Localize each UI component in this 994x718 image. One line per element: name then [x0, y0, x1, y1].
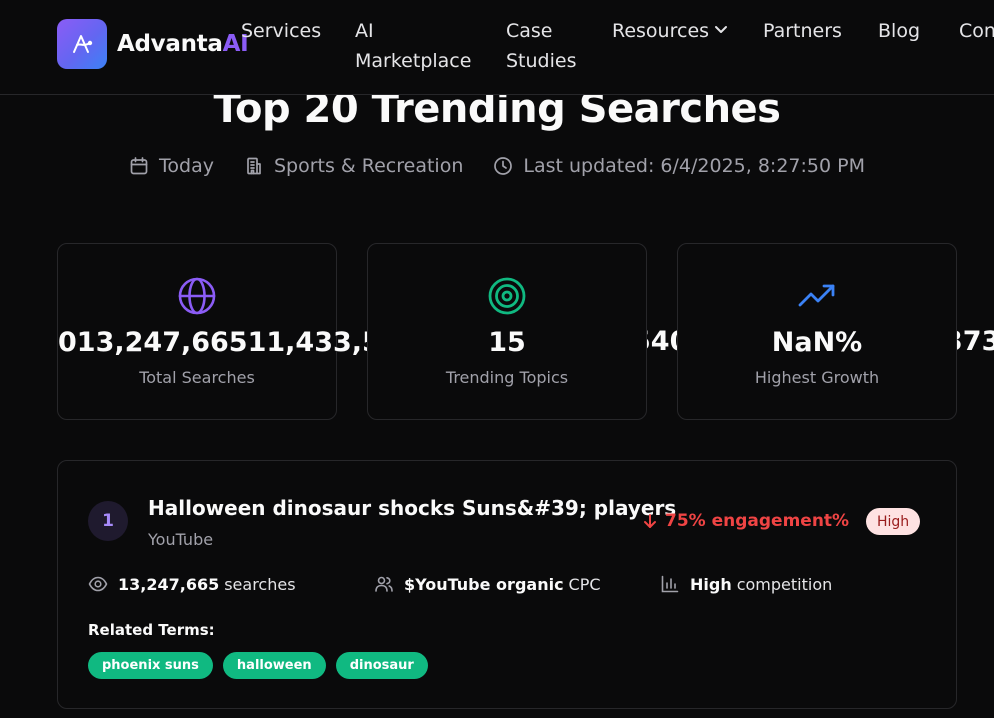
trend-card[interactable]: 1 Halloween dinosaur shocks Suns&#39; pl…	[57, 460, 957, 709]
page-meta: Today Sports & Recreation Last updated: …	[0, 155, 994, 177]
trending-up-icon	[798, 284, 835, 307]
stat-card-total-searches: 013,247,66511,433,5 Total Searches	[57, 243, 381, 420]
calendar-icon	[130, 157, 148, 175]
date-filter: Today	[129, 155, 214, 177]
cpc-stat: $YouTube organic CPC	[374, 574, 601, 594]
rank-badge: 1	[88, 501, 128, 541]
stat-label: Total Searches	[139, 368, 255, 387]
globe-icon	[178, 277, 216, 315]
competition-badge: High	[866, 508, 921, 535]
stat-value: 15	[488, 327, 526, 358]
trend-title[interactable]: Halloween dinosaur shocks Suns&#39; play…	[148, 496, 676, 520]
stat-card-highest-growth: NaN% Highest Growth	[677, 243, 957, 420]
related-term-tag[interactable]: halloween	[222, 652, 326, 679]
brand-logo[interactable]: AdvantaAI	[57, 19, 249, 69]
logo-icon	[57, 19, 107, 69]
searches-stat: 13,247,665 searches	[88, 574, 296, 594]
stat-label: Highest Growth	[754, 368, 880, 387]
related-terms-label: Related Terms:	[88, 621, 215, 639]
target-icon	[488, 277, 526, 315]
nav-partners[interactable]: Partners	[763, 16, 842, 46]
building-icon	[247, 157, 261, 175]
category-filter: Sports & Recreation	[244, 155, 463, 177]
bar-chart-icon	[661, 575, 679, 593]
competition-stat: High competition	[660, 574, 832, 594]
stat-card-trending-topics: 15 Trending Topics	[367, 243, 647, 420]
trend-source: YouTube	[148, 530, 214, 549]
top-navbar: AdvantaAI Services AI Marketplace Case Stu…	[0, 0, 994, 95]
nav-services[interactable]: Services	[241, 16, 321, 46]
nav-ai-marketplace[interactable]: AI Marketplace	[355, 16, 471, 76]
stat-value: NaN%	[771, 327, 863, 358]
related-terms: phoenix suns halloween dinosaur	[88, 652, 438, 679]
stat-label: Trending Topics	[445, 368, 569, 387]
nav-blog[interactable]: Blog	[878, 16, 920, 46]
clock-icon	[494, 157, 513, 175]
arrow-down-icon	[644, 514, 656, 528]
nav-case-studies[interactable]: Case Studies	[506, 16, 576, 76]
chevron-down-icon	[714, 15, 728, 45]
engagement-indicator: 75% engagement%	[643, 511, 849, 531]
eye-icon	[88, 576, 108, 592]
brand-name: AdvantaAI	[117, 31, 249, 57]
stat-value: 013,247,66511,433,5	[58, 327, 381, 358]
users-icon	[375, 576, 393, 592]
related-term-tag[interactable]: phoenix suns	[88, 652, 213, 679]
last-updated: Last updated: 6/4/2025, 8:27:50 PM	[493, 155, 865, 177]
related-term-tag[interactable]: dinosaur	[335, 652, 428, 679]
nav-contact[interactable]: Con	[959, 16, 994, 46]
nav-resources[interactable]: Resources	[612, 16, 728, 47]
